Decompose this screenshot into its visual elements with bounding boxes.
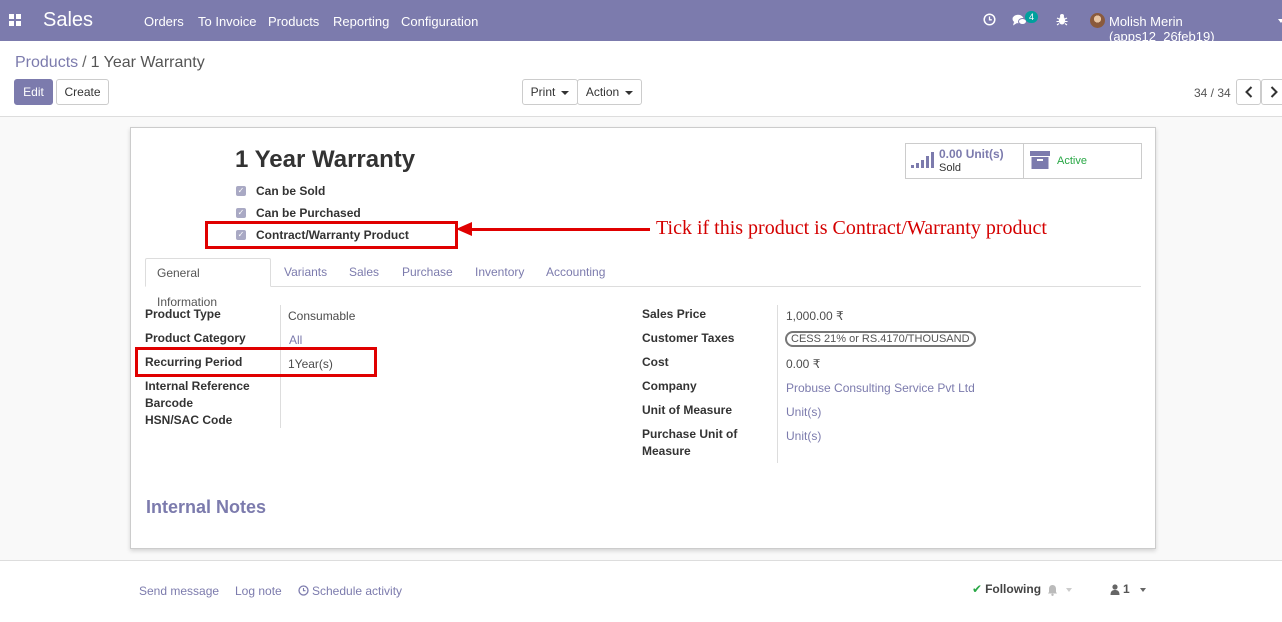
pager-previous-button[interactable]: [1236, 79, 1261, 105]
annotation-text: Tick if this product is Contract/Warrant…: [656, 217, 1047, 239]
action-label: Action: [585, 85, 620, 99]
send-message-link[interactable]: Send message: [139, 584, 219, 598]
notification-caret-icon[interactable]: [1066, 588, 1072, 592]
menu-orders[interactable]: Orders: [144, 14, 184, 29]
tab-purchase[interactable]: Purchase: [391, 258, 464, 287]
cost-value[interactable]: 0.00 ₹: [786, 357, 820, 371]
tab-general-information[interactable]: General Information: [145, 258, 271, 309]
menu-reporting[interactable]: Reporting: [333, 14, 389, 29]
top-navbar: Sales Orders To Invoice Products Reporti…: [0, 0, 1282, 44]
debug-bug-icon[interactable]: [1056, 13, 1068, 26]
customer-tax-tag[interactable]: CESS 21% or RS.4170/THOUSAND: [785, 331, 976, 347]
tab-variants[interactable]: Variants: [273, 258, 338, 287]
annotation-arrow-line: [470, 228, 650, 231]
hsn-sac-code-label: HSN/SAC Code: [145, 413, 233, 427]
app-name[interactable]: Sales: [43, 9, 93, 32]
sold-stat-value: 0.00 Unit(s): [939, 147, 1004, 161]
can-be-sold-label: Can be Sold: [256, 184, 326, 198]
tab-sales[interactable]: Sales: [338, 258, 390, 287]
product-type-value[interactable]: Consumable: [288, 309, 355, 323]
chevron-left-icon: [1244, 86, 1252, 98]
purchase-unit-of-measure-label: Purchase Unit of Measure: [642, 427, 738, 458]
can-be-purchased-checkbox[interactable]: ✓: [236, 208, 246, 218]
edit-button[interactable]: Edit: [14, 79, 53, 105]
product-category-label: Product Category: [145, 331, 246, 345]
internal-reference-label: Internal Reference: [145, 379, 250, 393]
cost-label: Cost: [642, 355, 669, 369]
sold-stat-label: Sold: [939, 162, 962, 174]
customer-taxes-label: Customer Taxes: [642, 331, 735, 345]
sales-price-value[interactable]: 1,000.00 ₹: [786, 309, 844, 323]
bell-icon[interactable]: [1047, 584, 1058, 596]
company-value[interactable]: Probuse Consulting Service Pvt Ltd: [786, 381, 975, 395]
print-label: Print: [530, 85, 556, 99]
followers-caret-icon[interactable]: [1140, 588, 1146, 592]
product-name[interactable]: 1 Year Warranty: [235, 146, 415, 174]
highlight-contract-warranty: [205, 221, 458, 249]
schedule-activity-link[interactable]: Schedule activity: [312, 584, 402, 598]
followers-user-icon: [1110, 584, 1120, 595]
sales-price-label: Sales Price: [642, 307, 707, 321]
breadcrumb-separator: /: [82, 54, 87, 71]
purchase-unit-of-measure-value[interactable]: Unit(s): [786, 429, 821, 443]
menu-configuration[interactable]: Configuration: [401, 14, 478, 29]
highlight-recurring-period: [135, 347, 377, 377]
clock-icon: [298, 585, 309, 596]
pager-next-button[interactable]: [1261, 79, 1282, 105]
messages-count-badge: 4: [1025, 11, 1039, 23]
breadcrumb: Products/1 Year Warranty: [15, 54, 205, 72]
unit-of-measure-label: Unit of Measure: [642, 403, 733, 417]
right-fields-divider: [777, 305, 778, 463]
signal-chart-icon: [911, 152, 934, 168]
product-category-value[interactable]: All: [289, 333, 302, 347]
can-be-purchased-label: Can be Purchased: [256, 206, 361, 220]
active-label: Active: [1057, 155, 1087, 167]
menu-to-invoice[interactable]: To Invoice: [198, 14, 257, 29]
breadcrumb-current: 1 Year Warranty: [90, 54, 205, 71]
barcode-label: Barcode: [145, 396, 194, 410]
print-caret-icon: [561, 90, 570, 95]
create-button[interactable]: Create: [56, 79, 109, 105]
product-type-label: Product Type: [145, 307, 221, 321]
breadcrumb-products-link[interactable]: Products: [15, 54, 78, 71]
print-dropdown[interactable]: Print: [522, 79, 578, 105]
followers-count[interactable]: 1: [1123, 582, 1130, 596]
can-be-sold-checkbox[interactable]: ✓: [236, 186, 246, 196]
log-note-link[interactable]: Log note: [235, 584, 282, 598]
pager-value[interactable]: 34 / 34: [1194, 86, 1231, 100]
following-button[interactable]: ✔ Following: [972, 582, 1041, 596]
following-label: Following: [985, 582, 1042, 596]
chevron-right-icon: [1270, 86, 1278, 98]
user-menu[interactable]: Molish Merin (apps12_26feb19): [1109, 14, 1282, 44]
activity-clock-icon[interactable]: [983, 13, 996, 26]
action-caret-icon: [625, 90, 634, 95]
tab-accounting[interactable]: Accounting: [535, 258, 616, 287]
apps-menu-icon[interactable]: [9, 14, 21, 26]
action-dropdown[interactable]: Action: [577, 79, 642, 105]
company-label: Company: [642, 379, 697, 393]
check-icon: ✔: [972, 582, 983, 596]
tab-inventory[interactable]: Inventory: [464, 258, 535, 287]
user-menu-caret-icon[interactable]: [1278, 19, 1282, 23]
archive-box-icon: [1030, 151, 1050, 169]
user-avatar[interactable]: [1090, 13, 1105, 28]
unit-of-measure-value[interactable]: Unit(s): [786, 405, 821, 419]
menu-products[interactable]: Products: [268, 14, 319, 29]
internal-notes-title: Internal Notes: [146, 497, 267, 517]
